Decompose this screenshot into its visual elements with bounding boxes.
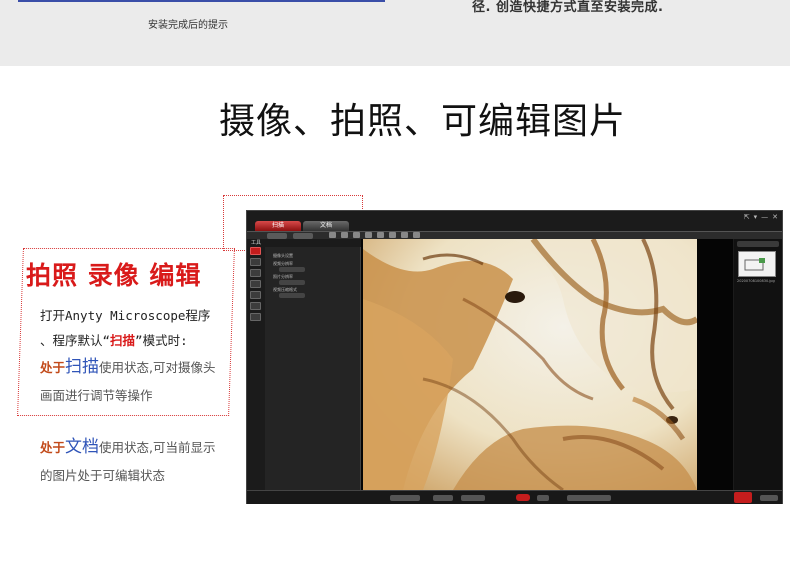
gallery-delete-button[interactable] <box>734 492 752 503</box>
scan-mode-note-2: 画面进行调节等操作 <box>40 388 153 403</box>
gallery-panel: 20200708100830.jpg <box>734 239 782 490</box>
ribbon-button-1[interactable] <box>267 233 287 239</box>
doc-mode-note: 处于文档使用状态,可当前显示 <box>40 432 216 457</box>
callout-title: 拍照 录像 编辑 <box>26 261 202 290</box>
mode-tabs: 扫描 文档 <box>255 221 349 231</box>
thumbnail-chart-icon <box>744 258 765 271</box>
record-button[interactable] <box>537 495 549 501</box>
measure-icon[interactable] <box>250 291 261 299</box>
doc-big: 文档 <box>65 437 100 457</box>
settings-icon[interactable] <box>250 258 261 266</box>
doc-text: 使用状态,可当前显示 <box>99 440 216 455</box>
param-dropdown[interactable] <box>279 293 305 298</box>
toolbar-icon[interactable] <box>353 232 360 238</box>
callout-line-1: 打开Anyty Microscope程序 <box>40 308 211 323</box>
scan-big: 扫描 <box>65 357 100 377</box>
image-icon[interactable] <box>250 280 261 288</box>
pen-icon[interactable] <box>250 302 261 310</box>
window-controls: ⇱ ▾ — ✕ <box>744 213 778 221</box>
zoom-buttons[interactable] <box>433 495 453 501</box>
tab-scan[interactable]: 扫描 <box>255 221 301 231</box>
callout-line-2-suffix: ”模式时: <box>135 333 188 348</box>
scan-mode-note: 处于扫描使用状态,可对摄像头 <box>40 352 216 377</box>
toolbar-icon[interactable] <box>413 232 420 238</box>
camera-parameter-panel: 摄像头设置 视频分辨率 照片分辨率 视频压缩格式 <box>265 247 361 491</box>
zoom-slider[interactable] <box>390 495 420 501</box>
toolbar-icon[interactable] <box>377 232 384 238</box>
toolbar-icon[interactable] <box>329 232 336 238</box>
menu-icon[interactable]: ▾ <box>754 213 758 221</box>
doc-lead: 处于 <box>40 440 66 455</box>
param-label: 摄像头设置 <box>273 253 293 258</box>
toolbar-icon[interactable] <box>341 232 348 238</box>
top-band: 安装完成后的提示 径. 创造快捷方式直至安装完成. <box>0 0 790 66</box>
view-mode-buttons[interactable] <box>567 495 611 501</box>
scan-lead: 处于 <box>40 360 66 375</box>
callout-line-2: 、程序默认“扫描”模式时: <box>40 330 188 349</box>
thumbnail-caption: 20200708100830.jpg <box>737 279 775 283</box>
video-icon[interactable] <box>250 269 261 277</box>
ribbon <box>247 231 782 239</box>
callout-scan-word: 扫描 <box>110 333 136 348</box>
gallery-export-button[interactable] <box>760 495 778 501</box>
blue-rule <box>18 0 385 2</box>
adjust-icon[interactable] <box>250 313 261 321</box>
param-dropdown[interactable] <box>279 280 305 285</box>
close-icon[interactable]: ✕ <box>772 213 778 221</box>
scan-text: 使用状态,可对摄像头 <box>99 360 216 375</box>
toolbar-strip <box>329 232 420 238</box>
callout-line-2-prefix: 、程序默认“ <box>40 333 111 348</box>
rotate-buttons[interactable] <box>461 495 485 501</box>
tools-label: 工具 <box>251 240 262 246</box>
param-dropdown[interactable] <box>279 267 305 272</box>
toolbar-icon[interactable] <box>365 232 372 238</box>
camera-icon[interactable] <box>250 247 261 255</box>
toolbar-icon[interactable] <box>389 232 396 238</box>
gallery-filter[interactable] <box>737 241 779 247</box>
restore-icon[interactable]: ⇱ <box>744 213 750 221</box>
capture-button[interactable] <box>516 494 530 501</box>
ribbon-button-2[interactable] <box>293 233 313 239</box>
bottom-faint-text <box>64 562 384 571</box>
left-tool-column <box>250 247 262 324</box>
bottom-control-bar <box>247 490 782 504</box>
minimize-icon[interactable]: — <box>761 213 768 221</box>
toolbar-icon[interactable] <box>401 232 408 238</box>
page-title: 摄像、拍照、可编辑图片 <box>218 101 626 142</box>
tab-document[interactable]: 文档 <box>303 221 349 231</box>
gallery-thumbnail[interactable] <box>738 251 776 277</box>
specimen-image <box>363 239 697 490</box>
doc-mode-note-2: 的图片处于可编辑状态 <box>40 468 166 483</box>
shortcut-caption: 径. 创造快捷方式直至安装完成. <box>472 0 664 15</box>
install-complete-caption: 安装完成后的提示 <box>148 20 228 31</box>
microscope-app-window: ⇱ ▾ — ✕ 扫描 文档 工具 摄像头设置 视频分辨率 照片分辨率 视频压缩格… <box>246 210 783 504</box>
